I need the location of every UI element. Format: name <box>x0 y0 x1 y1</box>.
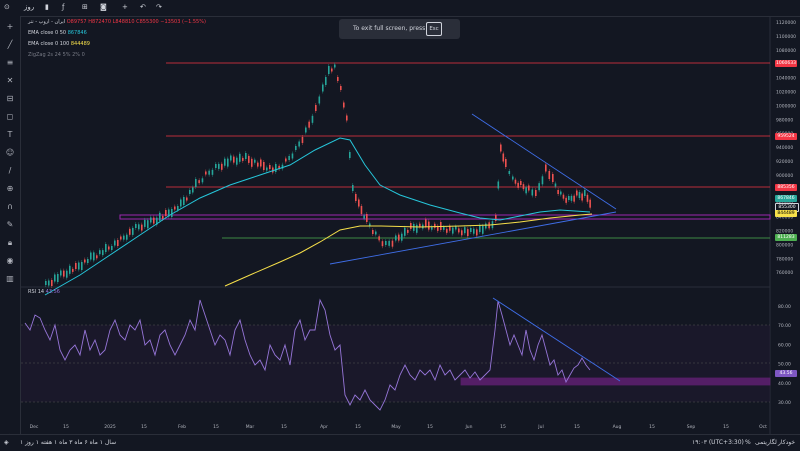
price-tag: 959524 <box>775 133 797 140</box>
fullscreen-toast: To exit full screen, press Esc <box>339 19 460 39</box>
candles-group <box>45 62 591 288</box>
time-axis-label: Aug <box>613 424 622 430</box>
trendline-upper <box>471 113 617 210</box>
price-axis-label: 1120000 <box>776 20 796 26</box>
time-axis-label: 15 <box>281 424 287 430</box>
rsi-axis-label: 70.00 <box>778 323 791 329</box>
time-axis-label: Mar <box>246 424 255 430</box>
price-chart[interactable]: 1120000110000010800001060000104000010200… <box>0 0 800 450</box>
auto-toggle[interactable]: خودکار <box>778 439 795 446</box>
support-zone <box>119 214 771 220</box>
time-axis-label: Apr <box>320 424 328 430</box>
rsi-axis-label: 30.00 <box>778 400 791 406</box>
time-axis-label: 2025 <box>104 424 116 430</box>
toast-message: To exit full screen, press <box>353 25 426 32</box>
price-tag: 1060633 <box>775 60 797 67</box>
price-axis-label: 1020000 <box>776 90 796 96</box>
time-axis-label: Feb <box>178 424 186 430</box>
rsi-label: RSI 14 <box>28 289 45 295</box>
time-axis-label: 15 <box>574 424 580 430</box>
rsi-axis-label: 60.00 <box>778 342 791 348</box>
time-axis-label: 15 <box>213 424 219 430</box>
price-axis-label: 1100000 <box>776 34 796 40</box>
price-axis-label: 900000 <box>776 173 793 179</box>
price-axis-label: 1080000 <box>776 48 796 54</box>
price-tag: 844489 <box>775 210 797 217</box>
rsi-legend[interactable]: RSI 14 43.56 <box>28 289 60 295</box>
time-axis-label: May <box>391 424 401 430</box>
rsi-axis-label: 50.00 <box>778 362 791 368</box>
price-tag: 885356 <box>775 184 797 191</box>
price-tag: 811283 <box>775 234 797 241</box>
time-axis-label: Sep <box>687 424 696 430</box>
time-axis-label: 15 <box>427 424 433 430</box>
time-axis-label: Dec <box>30 424 39 430</box>
price-axis-label: 1000000 <box>776 103 796 109</box>
time-axis-label: 15 <box>649 424 655 430</box>
rsi-value: 43.56 <box>45 289 60 295</box>
layers-toggle-icon[interactable]: ◈ <box>4 439 9 446</box>
price-axis-label: 1040000 <box>776 76 796 82</box>
rsi-band <box>21 325 770 402</box>
rsi-axis-label: 40.00 <box>778 381 791 387</box>
rsi-tag: 43.56 <box>775 370 797 377</box>
percent-toggle[interactable]: % <box>745 439 751 446</box>
price-axis-label: 980000 <box>776 117 793 123</box>
time-axis-label: 15 <box>355 424 361 430</box>
time-axis-label: 15 <box>63 424 69 430</box>
log-toggle[interactable]: لگاریتمی <box>755 439 777 446</box>
time-axis-label: Jun <box>464 424 472 430</box>
time-axis-label: Oct <box>759 424 767 430</box>
time-axis-labels: Dec 15 2025 15 Feb 15 Mar 15 Apr 15 May 15 Jun 15 Jul 1… <box>30 424 767 430</box>
price-axis-label: 920000 <box>776 159 793 165</box>
time-axis-label: Jul <box>537 424 543 430</box>
price-axis-label: 780000 <box>776 256 793 262</box>
price-tag: 867846 <box>775 195 797 202</box>
price-axis-label: 800000 <box>776 242 793 248</box>
bottom-toolbar: ◈ سال ۱ ماه ۶ ماه ۳ ماه ۱ هفته ۱ روز ۱ ۱… <box>0 434 800 451</box>
esc-key: Esc <box>426 22 442 36</box>
price-axis-label: 940000 <box>776 145 793 151</box>
price-axis-label: 760000 <box>776 270 793 276</box>
time-axis-label: 15 <box>141 424 147 430</box>
rsi-zone <box>460 377 771 386</box>
time-axis-label: 15 <box>500 424 506 430</box>
ema50-line <box>44 137 591 296</box>
time-zone[interactable]: ۱۹:۰۳ (UTC+3:30) <box>692 439 744 446</box>
range-selector[interactable]: سال ۱ ماه ۶ ماه ۳ ماه ۱ هفته ۱ روز ۱ <box>20 439 116 446</box>
rsi-axis-label: 80.00 <box>778 304 791 310</box>
rsi-axis-labels: 80.00 70.00 60.00 50.00 40.00 30.00 <box>778 304 791 406</box>
time-axis-label: 15 <box>723 424 729 430</box>
